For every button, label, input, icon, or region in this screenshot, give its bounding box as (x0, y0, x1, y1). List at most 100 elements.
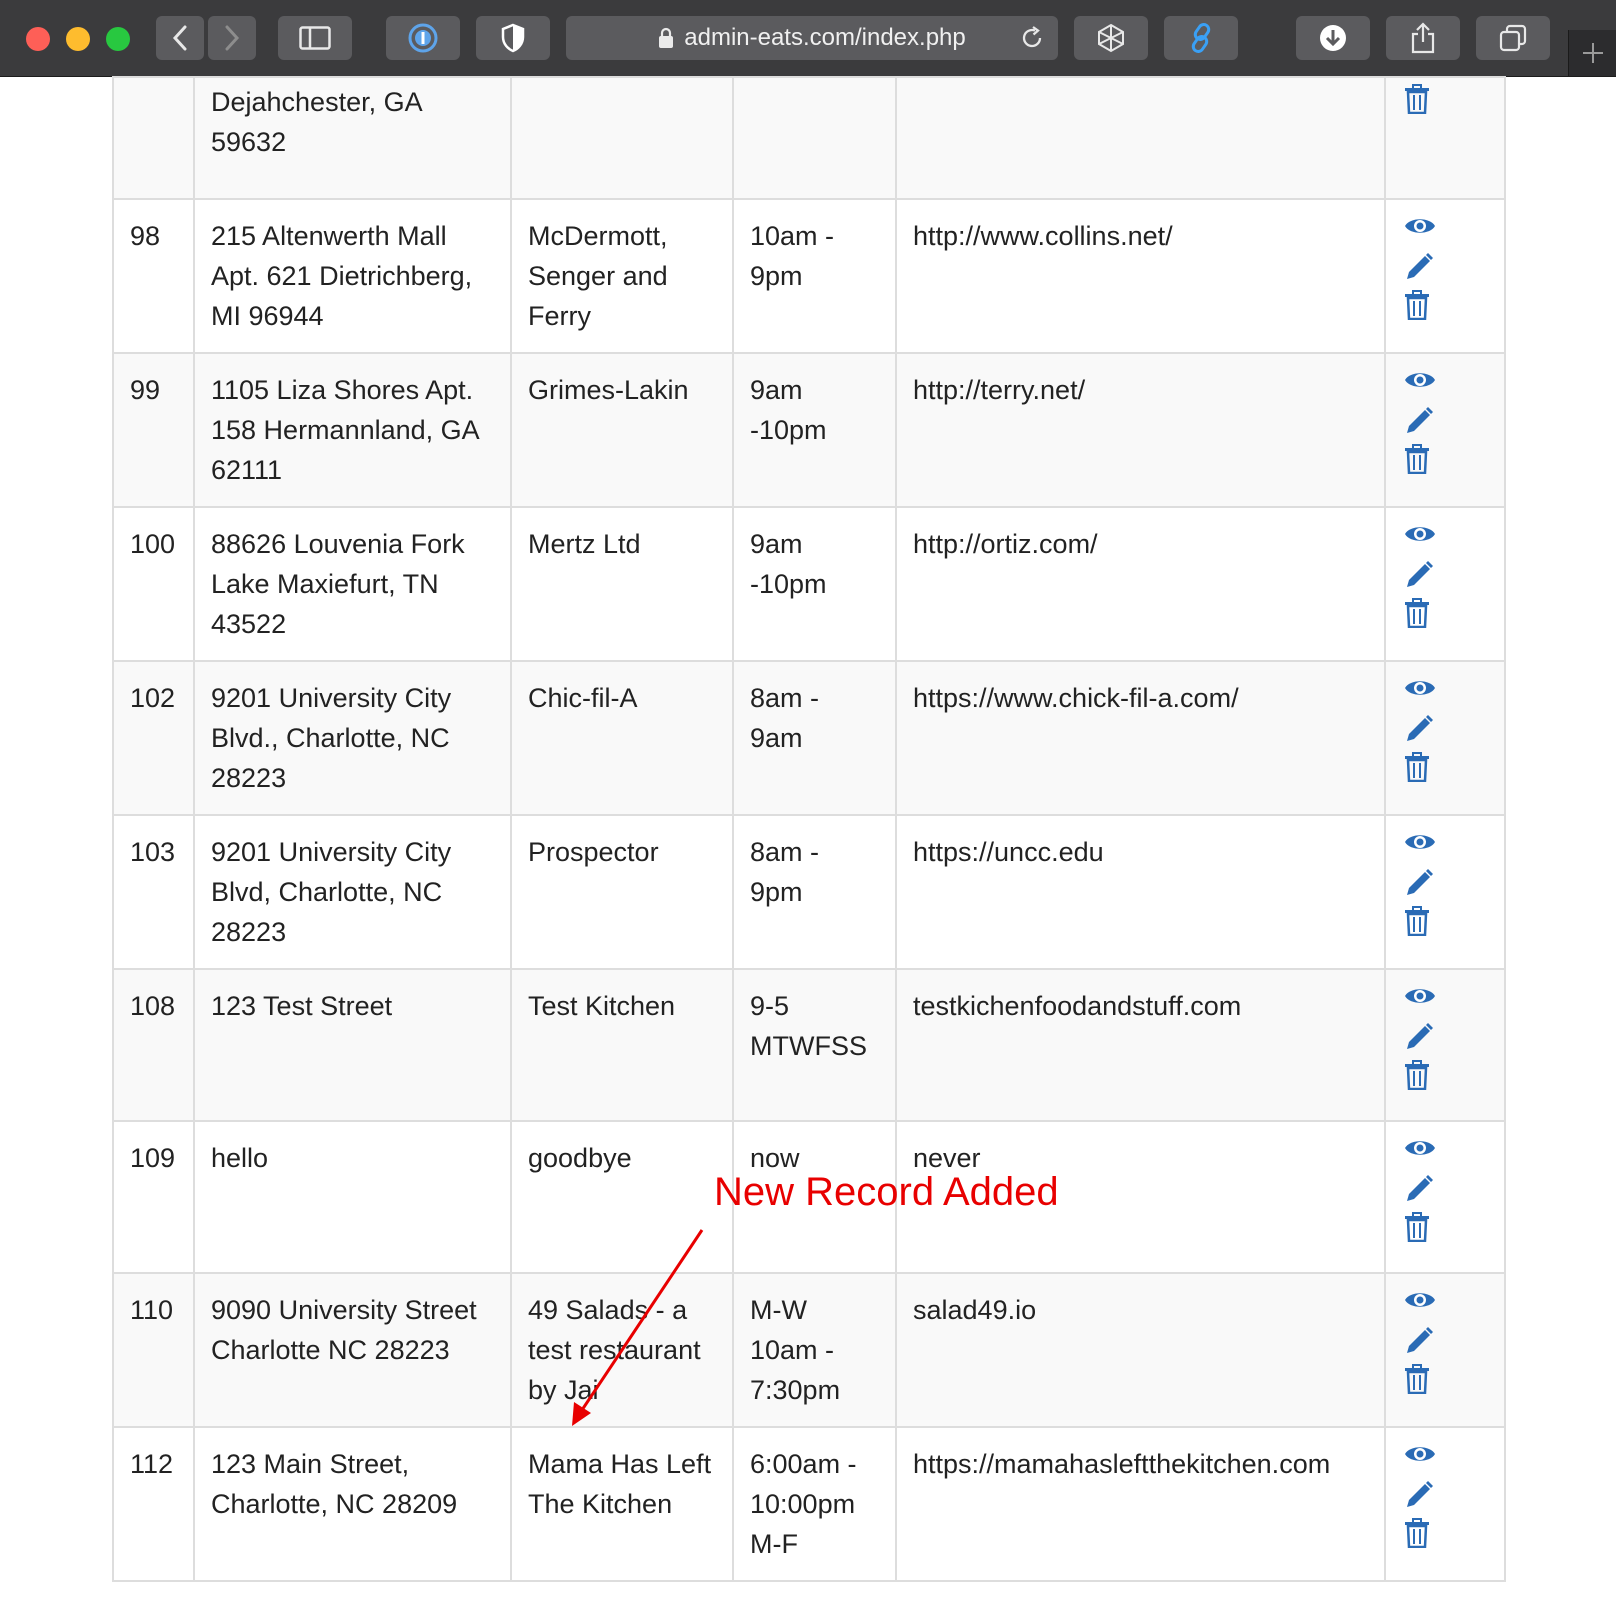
id-cell: 108 (112, 968, 195, 1122)
website-cell (895, 76, 1386, 200)
address-cell: 9201 University City Blvd, Charlotte, NC… (193, 814, 512, 970)
view-eye-icon[interactable] (1404, 676, 1436, 714)
table-row: 100 88626 Louvenia Fork Lake Maxiefurt, T… (112, 506, 1506, 662)
actions-cell (1384, 506, 1506, 662)
delete-trash-icon[interactable] (1404, 1060, 1436, 1098)
view-eye-icon[interactable] (1404, 214, 1436, 252)
actions-cell (1384, 660, 1506, 816)
address-cell: 88626 Louvenia Fork Lake Maxiefurt, TN 4… (193, 506, 512, 662)
id-cell: 100 (112, 506, 195, 662)
table-row: 108 123 Test Street Test Kitchen 9-5 MTWFSS… (112, 968, 1506, 1122)
view-eye-icon[interactable] (1404, 1442, 1436, 1480)
view-eye-icon[interactable] (1404, 1136, 1436, 1174)
address-cell: 9090 University Street Charlotte NC 2822… (193, 1272, 512, 1428)
address-cell: 9201 University City Blvd., Charlotte, N… (193, 660, 512, 816)
extension-button[interactable] (1074, 16, 1148, 60)
edit-pencil-icon[interactable] (1404, 868, 1436, 906)
website-cell: https://www.chick-fil-a.com/ (895, 660, 1386, 816)
address-cell: 123 Main Street, Charlotte, NC 28209 (193, 1426, 512, 1582)
name-cell: Grimes-Lakin (510, 352, 734, 508)
delete-trash-icon[interactable] (1404, 752, 1436, 790)
id-cell: 112 (112, 1426, 195, 1582)
hours-cell: 9-5 MTWFSS (732, 968, 897, 1122)
edit-pencil-icon[interactable] (1404, 1480, 1436, 1518)
delete-trash-icon[interactable] (1404, 1518, 1436, 1556)
password-manager-icon (408, 23, 438, 53)
delete-trash-icon[interactable] (1404, 84, 1436, 122)
name-cell: Chic-fil-A (510, 660, 734, 816)
downloads-button[interactable] (1296, 16, 1370, 60)
hours-cell: 6:00am - 10:00pm M-F (732, 1426, 897, 1582)
actions-cell (1384, 814, 1506, 970)
id-cell (112, 76, 195, 200)
delete-trash-icon[interactable] (1404, 1364, 1436, 1402)
hours-cell: 8am - 9pm (732, 814, 897, 970)
id-cell: 98 (112, 198, 195, 354)
edit-pencil-icon[interactable] (1404, 1326, 1436, 1364)
address-cell: Dejahchester, GA 59632 (193, 76, 512, 200)
id-cell: 102 (112, 660, 195, 816)
close-window-button[interactable] (26, 27, 50, 51)
view-eye-icon[interactable] (1404, 1288, 1436, 1326)
view-eye-icon[interactable] (1404, 984, 1436, 1022)
link-extension-button[interactable] (1164, 16, 1238, 60)
edit-pencil-icon[interactable] (1404, 1174, 1436, 1212)
view-eye-icon[interactable] (1404, 522, 1436, 560)
actions-cell (1384, 352, 1506, 508)
password-manager-button[interactable] (386, 16, 460, 60)
name-cell: Mertz Ltd (510, 506, 734, 662)
share-button[interactable] (1386, 16, 1460, 60)
table-row: 102 9201 University City Blvd., Charlotte… (112, 660, 1506, 816)
delete-trash-icon[interactable] (1404, 598, 1436, 636)
tab-overview-button[interactable] (1476, 16, 1550, 60)
hours-cell: 8am - 9am (732, 660, 897, 816)
zoom-window-button[interactable] (106, 27, 130, 51)
delete-trash-icon[interactable] (1404, 290, 1436, 328)
id-cell: 99 (112, 352, 195, 508)
forward-button[interactable] (208, 16, 256, 60)
address-bar[interactable]: admin-eats.com/index.php (566, 16, 1058, 60)
annotation-text: New Record Added (714, 1170, 1059, 1214)
reload-icon[interactable] (1020, 26, 1044, 50)
actions-cell (1384, 198, 1506, 354)
new-tab-button[interactable] (1568, 30, 1616, 76)
name-cell: goodbye (510, 1120, 734, 1274)
table-row: 112 123 Main Street, Charlotte, NC 28209 M… (112, 1426, 1506, 1582)
table-row: 110 9090 University Street Charlotte NC 2… (112, 1272, 1506, 1428)
plus-icon (1583, 43, 1603, 63)
delete-trash-icon[interactable] (1404, 906, 1436, 944)
actions-cell (1384, 1272, 1506, 1428)
network-extension-icon (1098, 23, 1124, 53)
view-eye-icon[interactable] (1404, 830, 1436, 868)
back-button[interactable] (156, 16, 204, 60)
browser-toolbar: admin-eats.com/index.php (0, 0, 1616, 77)
delete-trash-icon[interactable] (1404, 444, 1436, 482)
shield-icon (501, 23, 525, 53)
address-cell: 123 Test Street (193, 968, 512, 1122)
id-cell: 109 (112, 1120, 195, 1274)
name-cell (510, 76, 734, 200)
minimize-window-button[interactable] (66, 27, 90, 51)
restaurants-table: Dejahchester, GA 59632 98 215 Altenwerth M… (112, 76, 1506, 1582)
actions-cell (1384, 968, 1506, 1122)
edit-pencil-icon[interactable] (1404, 406, 1436, 444)
table-row: Dejahchester, GA 59632 (112, 76, 1506, 200)
edit-pencil-icon[interactable] (1404, 1022, 1436, 1060)
view-eye-icon[interactable] (1404, 368, 1436, 406)
table-row: 99 1105 Liza Shores Apt. 158 Hermannland,… (112, 352, 1506, 508)
address-cell: 1105 Liza Shores Apt. 158 Hermannland, G… (193, 352, 512, 508)
website-cell: http://ortiz.com/ (895, 506, 1386, 662)
sidebar-icon (299, 26, 331, 50)
sidebar-button[interactable] (278, 16, 352, 60)
edit-pencil-icon[interactable] (1404, 252, 1436, 290)
delete-trash-icon[interactable] (1404, 1212, 1436, 1250)
name-cell: McDermott, Senger and Ferry (510, 198, 734, 354)
actions-cell (1384, 1426, 1506, 1582)
website-cell: https://mamahasleftthekitchen.com (895, 1426, 1386, 1582)
edit-pencil-icon[interactable] (1404, 714, 1436, 752)
hours-cell: M-W 10am - 7:30pm (732, 1272, 897, 1428)
share-icon (1411, 22, 1435, 54)
edit-pencil-icon[interactable] (1404, 560, 1436, 598)
name-cell: Test Kitchen (510, 968, 734, 1122)
privacy-shield-button[interactable] (476, 16, 550, 60)
